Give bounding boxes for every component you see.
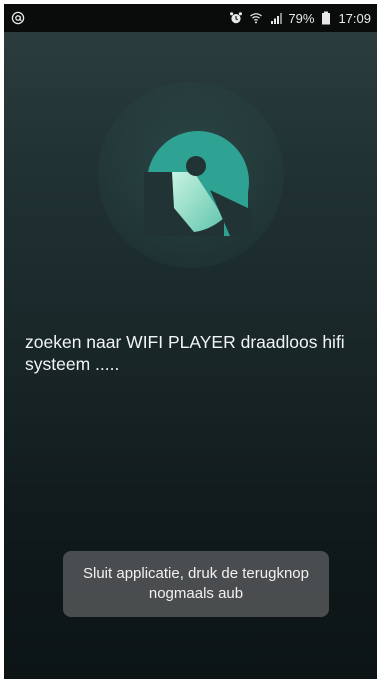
status-bar-left xyxy=(10,10,26,26)
clock: 17:09 xyxy=(338,10,371,26)
wifi-icon xyxy=(248,10,264,26)
app-body: zoeken naar WIFI PLAYER draadloos hifi s… xyxy=(4,32,377,679)
wifi-player-logo-icon xyxy=(144,128,252,236)
search-status-message: zoeken naar WIFI PLAYER draadloos hifi s… xyxy=(25,332,345,374)
status-bar: 79% 17:09 xyxy=(4,4,377,32)
exit-toast: Sluit applicatie, druk de terugknop nogm… xyxy=(63,551,329,617)
status-bar-right: 79% 17:09 xyxy=(228,10,371,26)
alarm-icon xyxy=(228,10,244,26)
toast-text: Sluit applicatie, druk de terugknop nogm… xyxy=(83,565,309,602)
at-sign-icon xyxy=(10,10,26,26)
battery-icon xyxy=(318,10,334,26)
app-screen: 79% 17:09 zoeken naar WIFI PLAYER draadl… xyxy=(0,0,381,679)
signal-icon xyxy=(268,10,284,26)
battery-percent: 79% xyxy=(288,10,315,26)
